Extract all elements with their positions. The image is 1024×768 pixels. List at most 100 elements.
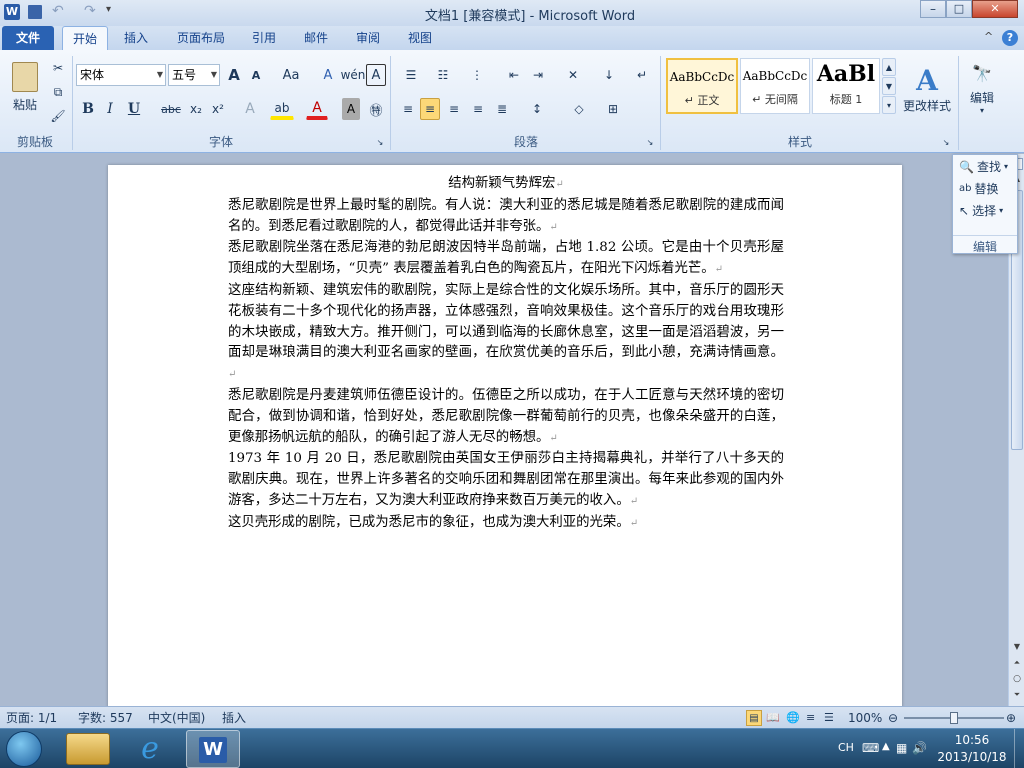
paste-button[interactable]: 粘贴 [6,54,44,120]
text-effects-icon[interactable]: A [240,98,260,120]
grow-font-button[interactable]: A [224,64,244,86]
minimize-ribbon-icon[interactable]: ^ [984,30,993,43]
find-menu-item[interactable]: 🔍 查找 ▾ [959,157,1008,177]
editing-button[interactable]: 🔭 编辑 ▾ [962,54,1002,124]
multilevel-list-icon[interactable]: ⋮ [464,64,490,86]
align-right-icon[interactable]: ≡ [444,98,464,120]
clear-format-icon[interactable]: A [318,64,338,86]
start-button[interactable] [6,731,42,767]
word-taskbar-icon[interactable]: W [186,730,240,768]
tab-home[interactable]: 开始 [62,26,108,50]
font-name-combo[interactable]: 宋体 ▼ [76,64,166,86]
tab-review[interactable]: 审阅 [346,26,390,50]
char-shading-icon[interactable]: A [342,98,360,120]
style-normal[interactable]: AaBbCcDc ↵ 正文 [666,58,738,114]
zoom-in-icon[interactable]: ⊕ [1006,710,1016,726]
show-marks-icon[interactable]: ↵ [632,64,652,86]
outline-view-icon[interactable]: ≡ [806,710,815,726]
redo-icon[interactable]: ↷ [84,3,96,19]
web-layout-icon[interactable]: 🌐 [786,710,800,726]
tab-file[interactable]: 文件 [2,26,54,50]
enclose-char-icon[interactable]: ㊕ [366,98,386,120]
document-body[interactable]: 结构新颖气势辉宏↵ 悉尼歌剧院是世界上最时髦的剧院。有人说：澳大利亚的悉尼城是随… [228,174,784,535]
styles-dialog-launcher-icon[interactable]: ↘ [940,136,952,148]
highlight-icon[interactable]: ab [270,98,294,120]
zoom-out-icon[interactable]: ⊖ [888,710,898,726]
tab-page-layout[interactable]: 页面布局 [166,26,236,50]
zoom-slider-thumb[interactable] [950,712,958,724]
undo-icon[interactable]: ↶ [52,3,64,19]
language-indicator[interactable]: 中文(中国) [148,710,205,726]
borders-icon[interactable]: ⊞ [600,98,626,120]
shrink-font-button[interactable]: A [246,64,266,86]
change-case-button[interactable]: Aa [278,64,304,86]
strikethrough-button[interactable]: abc [158,98,184,120]
minimize-button[interactable]: – [920,0,946,18]
align-center-icon[interactable]: ≡ [420,98,440,120]
volume-icon[interactable]: 🔊 [912,741,927,755]
pinyin-guide-icon[interactable]: wén [341,64,366,86]
paragraph-dialog-launcher-icon[interactable]: ↘ [644,136,656,148]
scroll-down-icon[interactable]: ▼ [1011,642,1023,656]
justify-icon[interactable]: ≡ [468,98,488,120]
change-styles-button[interactable]: A 更改样式 [900,54,954,124]
bullets-icon[interactable]: ☰ [398,64,424,86]
tray-expand-icon[interactable]: ▲ [882,741,890,752]
bold-button[interactable]: B [78,98,98,120]
underline-button[interactable]: U [124,98,144,120]
cut-icon[interactable]: ✂ [48,58,68,78]
italic-button[interactable]: I [100,98,120,120]
show-desktop-button[interactable] [1014,729,1024,768]
decrease-indent-icon[interactable]: ⇤ [504,64,524,86]
font-size-combo[interactable]: 五号 ▼ [168,64,220,86]
increase-indent-icon[interactable]: ⇥ [528,64,548,86]
close-button[interactable]: ✕ [972,0,1018,18]
save-icon[interactable] [28,5,42,19]
style-no-spacing[interactable]: AaBbCcDc ↵ 无间隔 [740,58,810,114]
print-layout-view-icon[interactable]: ▤ [746,710,762,726]
numbering-icon[interactable]: ☷ [430,64,456,86]
page-count[interactable]: 页面: 1/1 [6,710,57,726]
tab-view[interactable]: 视图 [398,26,442,50]
clock-date[interactable]: 2013/10/18 [932,750,1012,764]
insert-mode-indicator[interactable]: 插入 [222,710,246,726]
clock-time[interactable]: 10:56 [940,733,1004,747]
char-border-icon[interactable]: A [366,64,386,86]
styles-more-icon[interactable]: ▾ [882,96,896,114]
network-icon[interactable]: ▦ [896,741,907,755]
subscript-button[interactable]: x₂ [186,98,206,120]
tab-mailings[interactable]: 邮件 [294,26,338,50]
word-app-icon[interactable]: W [4,4,20,20]
reading-view-icon[interactable]: 📖 [766,710,780,726]
select-menu-item[interactable]: ↖ 选择 ▾ [959,201,1003,221]
qat-customize-icon[interactable]: ▾ [106,4,111,15]
draft-view-icon[interactable]: ☰ [824,710,834,726]
help-icon[interactable]: ? [1002,30,1018,46]
maximize-button[interactable]: □ [946,0,972,18]
align-left-icon[interactable]: ≡ [398,98,418,120]
ime-indicator[interactable]: CH [838,741,854,754]
shading-icon[interactable]: ◇ [566,98,592,120]
prev-page-icon[interactable]: ⏶ [1011,658,1023,672]
copy-icon[interactable]: ⧉ [48,82,68,102]
ie-icon[interactable]: e [128,731,172,767]
tab-insert[interactable]: 插入 [114,26,158,50]
chinese-layout-icon[interactable]: ✕ [560,64,586,86]
next-page-icon[interactable]: ⏷ [1011,690,1023,704]
font-color-button[interactable]: A [306,98,328,120]
distributed-icon[interactable]: ≣ [492,98,512,120]
replace-menu-item[interactable]: ab 替换 [959,179,999,199]
styles-scroll-down-icon[interactable]: ▼ [882,77,896,95]
tab-references[interactable]: 引用 [242,26,286,50]
styles-scroll-up-icon[interactable]: ▲ [882,58,896,76]
font-dialog-launcher-icon[interactable]: ↘ [374,136,386,148]
superscript-button[interactable]: x² [208,98,228,120]
browse-object-icon[interactable]: ○ [1011,674,1023,688]
keyboard-icon[interactable]: ⌨ [862,741,879,755]
sort-icon[interactable]: ↓ [598,64,620,86]
style-heading-1[interactable]: AaBl 标题 1 [812,58,880,114]
zoom-level[interactable]: 100% [848,710,882,726]
line-spacing-icon[interactable]: ↕ [524,98,550,120]
format-painter-icon[interactable]: 🖌 [48,106,68,126]
explorer-icon[interactable] [66,733,110,765]
